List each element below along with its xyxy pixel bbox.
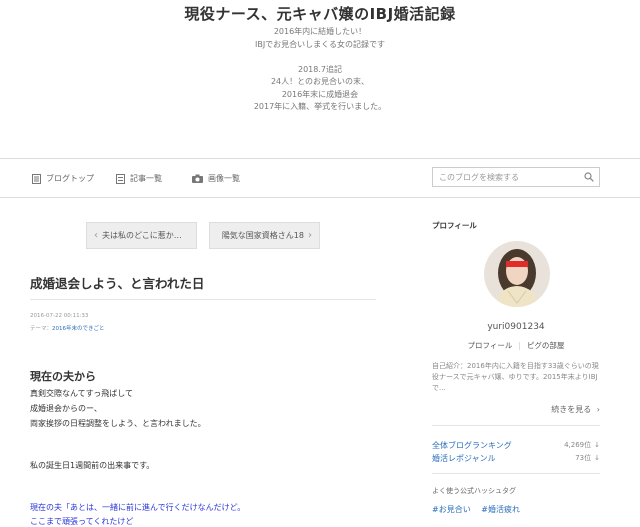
nav-blog-top[interactable]: ブログトップ [32, 173, 94, 184]
profile-heading: プロフィール [432, 221, 477, 230]
article-line: 私の誕生日1週間前の出来事です。 [30, 461, 155, 470]
article-line-quote: 現在の夫「あとは、一緒に前に進んで行くだけなんだけど。 [30, 503, 246, 512]
description-line: 2016年末に成婚退会 [281, 89, 359, 99]
article-date: 2016-07-22 00:11:33 [30, 313, 89, 319]
search-icon[interactable] [584, 172, 594, 182]
prev-article-button[interactable]: ‹ 夫は私のどこに惹か… [86, 222, 197, 249]
avatar-photo [484, 241, 550, 307]
search-input[interactable] [433, 168, 585, 186]
camera-icon [192, 174, 203, 183]
nav-blog-top-label: ブログトップ [46, 174, 94, 183]
next-article-label: 陽気な国家資格さん18 [221, 231, 304, 240]
sidebar-divider [432, 425, 600, 426]
sidebar-divider [432, 473, 600, 474]
nav-article-list[interactable]: 記事一覧 [116, 173, 162, 184]
description-line: 2016年内に結婚したい！ [273, 27, 367, 36]
avatar[interactable] [484, 241, 550, 307]
read-more-link[interactable]: 続きを見る › [551, 404, 600, 415]
hashtag-link[interactable]: #お見合い [432, 505, 471, 514]
chevron-left-icon: ‹ [94, 230, 98, 241]
ranking-value: 4,269位 ↓ [564, 440, 600, 450]
description-line: 2018.7追記 [298, 64, 342, 74]
nav-article-list-label: 記事一覧 [130, 174, 162, 183]
article-line: 両家挨拶の日程調整をしよう、と言われました。 [30, 419, 206, 428]
article-subheading: 現在の夫から [30, 370, 96, 383]
ranking-row-overall[interactable]: 全体ブログランキング 4,269位 ↓ [432, 440, 600, 451]
blog-header: 現役ナース、元キャバ嬢のIBJ婚活記録 2016年内に結婚したい！ IBJでお見… [0, 0, 640, 158]
nav-image-list[interactable]: 画像一覧 [192, 173, 240, 184]
nav-divider [0, 197, 640, 198]
hashtag-link[interactable]: #婚活疲れ [481, 505, 520, 514]
theme-link[interactable]: 2016年末のできごと [52, 326, 105, 332]
ranking-value-text: 4,269位 [564, 441, 592, 449]
profile-intro: 自己紹介：2016年内に入籍を目指す33歳ぐらいの現役ナースで元キャバ嬢、ゆりで… [432, 362, 599, 392]
description-line: IBJでお見合いしまくる女の記録です [254, 39, 386, 49]
description-line: 24人！とのお見合いの末、 [270, 77, 370, 86]
ranking-value: 73位 ↓ [575, 453, 600, 463]
theme-prefix: テーマ： [30, 326, 53, 332]
list-icon [116, 173, 125, 184]
pigg-room-link[interactable]: ピグの部屋 [527, 341, 565, 350]
blog-search [432, 167, 600, 187]
article-line: 真剣交際なんてすっ飛ばして [30, 389, 134, 398]
profile-links: プロフィール | ピグの部屋 [432, 340, 600, 351]
article-title-divider [30, 299, 376, 300]
blog-description: 2016年内に結婚したい！ IBJでお見合いしまくる女の記録です 2018.7追… [0, 26, 640, 114]
link-separator: | [518, 341, 521, 350]
article-theme: テーマ：2016年末のできごと [30, 324, 105, 332]
header-divider [0, 158, 640, 159]
ranking-value-text: 73位 [575, 454, 592, 462]
chevron-right-icon: › [308, 230, 312, 241]
blog-title[interactable]: 現役ナース、元キャバ嬢のIBJ婚活記録 [0, 3, 640, 24]
hashtag-list: #お見合い #婚活疲れ [432, 504, 528, 515]
hashtag-heading: よく使う公式ハッシュタグ [432, 487, 516, 495]
nav-image-list-label: 画像一覧 [208, 174, 240, 183]
chevron-right-icon: › [596, 405, 600, 414]
description-line [0, 51, 640, 64]
article-line: 成婚退会からのー、 [30, 404, 102, 413]
article-title[interactable]: 成婚退会しよう、と言われた日 [30, 273, 204, 292]
ranking-name[interactable]: 全体ブログランキング [432, 441, 512, 450]
username[interactable]: yuri0901234 [432, 322, 600, 332]
profile-link[interactable]: プロフィール [468, 341, 513, 350]
arrow-down-icon: ↓ [594, 441, 600, 449]
read-more-label: 続きを見る [551, 405, 592, 414]
description-line: 2017年に入籍、挙式を行いました。 [253, 102, 387, 111]
book-icon [32, 173, 41, 184]
ranking-name[interactable]: 婚活レポジャンル [432, 454, 496, 463]
arrow-down-icon: ↓ [594, 454, 600, 462]
prev-article-label: 夫は私のどこに惹か… [102, 231, 182, 240]
next-article-button[interactable]: 陽気な国家資格さん18 › [209, 222, 320, 249]
ranking-row-genre[interactable]: 婚活レポジャンル 73位 ↓ [432, 453, 600, 464]
article-line-quote: ここまで頑張ってくれたけど [30, 517, 134, 526]
